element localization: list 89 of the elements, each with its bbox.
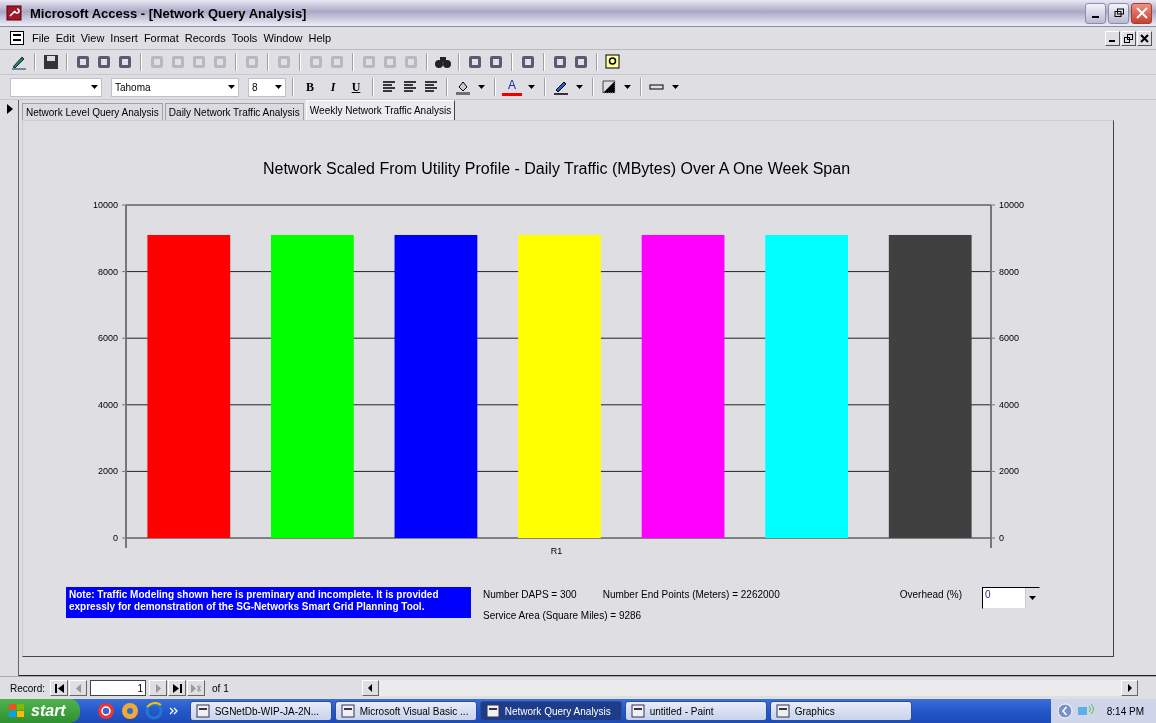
horizontal-scrollbar[interactable] (361, 680, 1138, 696)
tab[interactable]: Weekly Network Traffic Analysis (305, 100, 456, 120)
taskbar-button[interactable]: untitled - Paint (624, 701, 767, 721)
caret-icon[interactable] (672, 85, 679, 89)
overhead-label: Overhead (%) (899, 588, 962, 600)
menu-item[interactable]: Format (140, 32, 182, 44)
media-icon[interactable] (120, 702, 139, 720)
axis-label: 0 (999, 533, 1004, 543)
axis-label: 4000 (999, 399, 1020, 410)
clock: 8:14 PM (1106, 705, 1144, 717)
caret-icon[interactable] (1028, 596, 1036, 600)
minimize-button[interactable] (1085, 2, 1106, 24)
border-icon[interactable] (600, 78, 618, 96)
caret-icon[interactable] (228, 85, 235, 89)
next-record-button[interactable] (149, 680, 167, 696)
axis-label: 2000 (97, 466, 118, 477)
record-number-field[interactable]: 1 (90, 680, 146, 696)
close-button[interactable] (1131, 2, 1152, 24)
end-points-label: Number End Points (Meters) = 2262000 (602, 589, 780, 600)
left-arrow-icon[interactable] (367, 684, 374, 692)
note-label: Note: Traffic Modeling shown here is preminary and incomplete. It is provided expressly for demonstration of the SG-Networks Smart Grid Planning Tool. (66, 587, 471, 618)
taskbar-button[interactable]: SGNetDb-WIP-JA-2N... (189, 701, 332, 721)
menu-item[interactable]: Tools (228, 32, 261, 44)
previous-icon (73, 683, 83, 693)
caret-icon[interactable] (91, 85, 98, 89)
browser-icon[interactable] (144, 702, 163, 720)
axis-label: 8000 (97, 266, 118, 277)
restore-icon (1113, 8, 1124, 18)
close-icon (1135, 7, 1148, 19)
axis-label: 10000 (999, 200, 1025, 210)
menu-item[interactable]: File (29, 32, 53, 44)
taskbar-button[interactable]: Microsoft Visual Basic ... (334, 701, 477, 721)
restore-button[interactable] (1108, 2, 1129, 24)
axis-label: 2000 (999, 466, 1020, 477)
first-record-button[interactable] (50, 680, 68, 696)
form-icon[interactable] (10, 31, 24, 45)
right-arrow-icon[interactable] (1126, 684, 1133, 692)
restore-icon (1124, 33, 1133, 43)
menu-item[interactable]: Records (181, 32, 229, 44)
tab[interactable]: Daily Network Traffic Analysis (164, 103, 304, 120)
italic-button[interactable]: I (323, 77, 343, 97)
menu-item[interactable]: View (77, 32, 108, 44)
help-icon[interactable] (604, 53, 622, 71)
caret-icon[interactable] (275, 85, 282, 89)
previous-record-button[interactable] (69, 680, 87, 696)
last-icon (172, 683, 182, 693)
underline-button[interactable]: U (346, 77, 366, 97)
last-record-button[interactable] (168, 680, 186, 696)
caret-icon[interactable] (576, 85, 583, 89)
service-area-label: Service Area (Square Miles) = 9286 (483, 610, 643, 621)
menu-item[interactable]: Edit (52, 32, 78, 44)
close-icon (1140, 33, 1149, 43)
first-icon (54, 683, 64, 693)
next-icon (153, 683, 163, 693)
axis-label: 6000 (97, 333, 118, 344)
daps-label: Number DAPS = 300 (483, 589, 577, 600)
overhead-dropdown[interactable]: 0 (981, 587, 1040, 609)
key-icon (6, 5, 22, 21)
caret-icon[interactable] (624, 85, 631, 89)
chevron-icon[interactable] (168, 706, 179, 716)
chart-title: Network Scaled From Utility Profile - Daily Traffic (MBytes) Over A One Week Span (262, 160, 851, 177)
menu-item[interactable]: Window (260, 32, 306, 44)
window-title: Microsoft Access - [Network Query Analysis] (30, 5, 307, 21)
caret-icon[interactable] (478, 85, 485, 89)
record-selector-icon (6, 104, 14, 114)
axis-label: 10000 (92, 200, 118, 210)
menu-item[interactable]: Insert (107, 32, 141, 44)
record-total: of 1 (212, 682, 229, 694)
chevron-icon[interactable] (1056, 703, 1073, 719)
bold-button[interactable]: B (300, 77, 320, 97)
flag-icon (8, 703, 26, 719)
save-icon[interactable] (42, 53, 60, 71)
axis-label: 4000 (97, 399, 118, 410)
font-dropdown[interactable]: Tahoma (111, 77, 239, 97)
size-dropdown[interactable]: 8 (248, 77, 286, 97)
minimize-icon (1092, 16, 1099, 18)
browser-icon[interactable] (96, 702, 115, 720)
new-record-button[interactable] (187, 680, 205, 696)
axis-label: 0 (113, 533, 118, 543)
menu-item[interactable]: Help (305, 32, 335, 44)
axis-label: 6000 (999, 333, 1020, 344)
taskbar-button[interactable]: Network Query Analysis (479, 701, 622, 721)
caret-icon[interactable] (528, 85, 535, 89)
axis-label: 8000 (999, 266, 1020, 277)
font-color-button[interactable]: A (502, 78, 522, 96)
taskbar-button[interactable]: Graphics (769, 701, 912, 721)
axis-label: R1 (550, 546, 563, 556)
record-label: Record: (10, 682, 45, 694)
tab[interactable]: Network Level Query Analysis (22, 103, 163, 120)
